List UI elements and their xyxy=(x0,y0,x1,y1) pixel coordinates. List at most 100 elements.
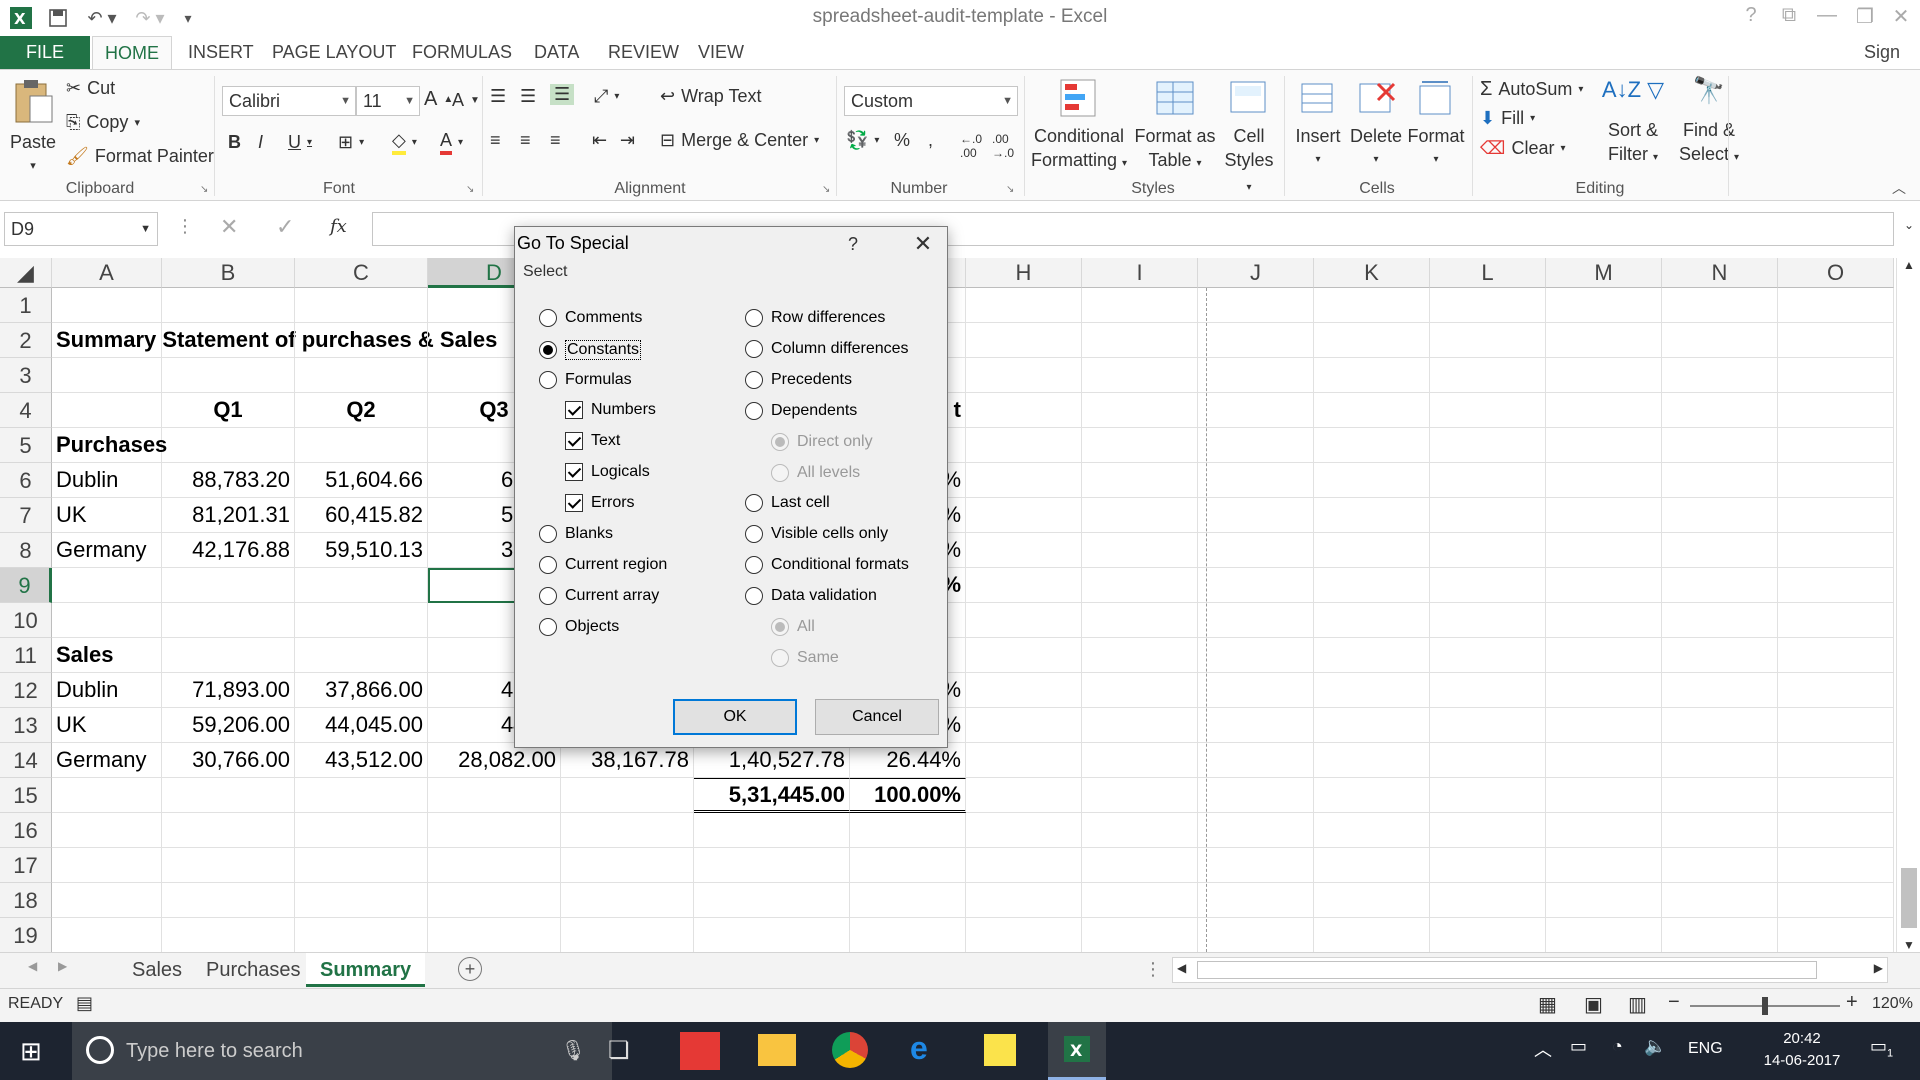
middle-align-icon[interactable]: ☰ xyxy=(520,86,536,107)
cell[interactable] xyxy=(1198,358,1314,393)
cell[interactable] xyxy=(1082,323,1198,358)
cell[interactable]: Summary Statement of purchases & Sales xyxy=(52,323,497,358)
sheet-tab-summary[interactable]: Summary xyxy=(306,953,426,987)
cell[interactable] xyxy=(428,848,561,883)
cell[interactable] xyxy=(1778,743,1894,778)
cell[interactable] xyxy=(1198,918,1314,952)
cell[interactable]: Dublin xyxy=(52,463,162,498)
cell[interactable] xyxy=(850,848,966,883)
cell[interactable] xyxy=(428,918,561,952)
cell[interactable] xyxy=(1546,568,1662,603)
cell[interactable] xyxy=(966,288,1082,323)
cell[interactable] xyxy=(1778,288,1894,323)
align-center-icon[interactable]: ≡ xyxy=(520,130,531,151)
column-header[interactable]: K xyxy=(1314,258,1430,288)
cell[interactable] xyxy=(1662,498,1778,533)
radio-button[interactable] xyxy=(745,587,763,605)
cell[interactable] xyxy=(1082,533,1198,568)
row-header[interactable]: 16 xyxy=(0,813,52,848)
cell[interactable]: 88,783.20 xyxy=(162,463,295,498)
cell[interactable] xyxy=(966,918,1082,952)
language-indicator[interactable]: ENG xyxy=(1688,1040,1723,1058)
italic-icon[interactable]: I xyxy=(258,132,263,153)
sticky-notes-icon[interactable] xyxy=(984,1034,1016,1066)
task-view-icon[interactable]: ❏ xyxy=(608,1036,630,1065)
cell[interactable] xyxy=(1314,673,1430,708)
next-sheet-icon[interactable]: ▶ xyxy=(58,959,67,973)
cell[interactable] xyxy=(1546,603,1662,638)
cell[interactable] xyxy=(1662,918,1778,952)
cell[interactable] xyxy=(1662,288,1778,323)
radio-button[interactable] xyxy=(745,371,763,389)
tab-insert[interactable]: INSERT xyxy=(176,36,266,70)
new-sheet-icon[interactable]: + xyxy=(458,957,482,981)
font-launcher-icon[interactable]: ↘ xyxy=(466,184,474,195)
cell[interactable] xyxy=(1778,708,1894,743)
insert-function-icon[interactable]: fx xyxy=(330,216,347,237)
cell[interactable] xyxy=(966,638,1082,673)
radio-current-region[interactable]: Current region xyxy=(539,556,667,574)
cell[interactable]: 5,31,445.00 xyxy=(694,778,850,813)
zoom-slider[interactable] xyxy=(1690,997,1840,1015)
radio-last-cell[interactable]: Last cell xyxy=(745,494,830,512)
help-icon[interactable]: ? xyxy=(1736,4,1766,32)
cell[interactable] xyxy=(1546,428,1662,463)
row-header[interactable]: 18 xyxy=(0,883,52,918)
checkbox-box[interactable] xyxy=(565,401,583,419)
excel-taskbar-icon[interactable]: X xyxy=(1048,1022,1106,1080)
tab-view[interactable]: VIEW xyxy=(686,36,756,70)
cell[interactable] xyxy=(1082,428,1198,463)
row-header[interactable]: 7 xyxy=(0,498,52,533)
column-header[interactable]: M xyxy=(1546,258,1662,288)
column-header[interactable]: N xyxy=(1662,258,1778,288)
tab-split-handle[interactable]: ⋮ xyxy=(1144,959,1162,980)
horizontal-scroll-thumb[interactable] xyxy=(1197,961,1817,979)
borders-icon[interactable]: ⊞ ▾ xyxy=(338,132,364,153)
increase-decimal-icon[interactable]: ←.0.00 xyxy=(960,132,982,160)
cell[interactable] xyxy=(966,533,1082,568)
cell[interactable]: Dublin xyxy=(52,673,162,708)
cell[interactable]: 59,510.13 xyxy=(295,533,428,568)
cell[interactable] xyxy=(52,848,162,883)
tab-formulas[interactable]: FORMULAS xyxy=(400,36,524,70)
format-as-table-button[interactable]: Format as Table ▾ xyxy=(1132,78,1218,176)
cell[interactable] xyxy=(1546,323,1662,358)
cell[interactable] xyxy=(1430,848,1546,883)
cell[interactable] xyxy=(1314,743,1430,778)
tab-home[interactable]: HOME xyxy=(92,36,172,70)
tab-file[interactable]: FILE xyxy=(0,36,90,70)
cell[interactable] xyxy=(1314,498,1430,533)
cell[interactable] xyxy=(1546,708,1662,743)
cell[interactable] xyxy=(1314,323,1430,358)
alignment-launcher-icon[interactable]: ↘ xyxy=(822,184,830,195)
top-align-icon[interactable]: ☰ xyxy=(490,86,506,107)
cell[interactable] xyxy=(1778,813,1894,848)
cell[interactable] xyxy=(162,603,295,638)
page-layout-view-icon[interactable]: ▣ xyxy=(1584,992,1603,1017)
radio-current-array[interactable]: Current array xyxy=(539,587,659,605)
cell[interactable] xyxy=(561,883,694,918)
font-name-select[interactable]: Calibri ▼ xyxy=(222,86,356,116)
cell[interactable] xyxy=(1082,463,1198,498)
radio-visible-cells-only[interactable]: Visible cells only xyxy=(745,525,888,543)
cell[interactable] xyxy=(1198,743,1314,778)
cell[interactable] xyxy=(850,813,966,848)
cell[interactable] xyxy=(295,778,428,813)
zoom-level[interactable]: 120% xyxy=(1872,995,1913,1013)
taskbar-search-box[interactable]: Type here to search 🎙 xyxy=(72,1022,612,1080)
align-right-icon[interactable]: ≡ xyxy=(550,130,561,151)
cell[interactable] xyxy=(1082,638,1198,673)
cell[interactable] xyxy=(295,813,428,848)
cell[interactable] xyxy=(1546,673,1662,708)
expand-formula-icon[interactable]: ⌄ xyxy=(1904,218,1914,232)
cell[interactable] xyxy=(1198,813,1314,848)
cell[interactable] xyxy=(1778,463,1894,498)
cell[interactable] xyxy=(1082,813,1198,848)
cell[interactable] xyxy=(694,848,850,883)
cell[interactable] xyxy=(694,813,850,848)
scroll-left-icon[interactable]: ◀ xyxy=(1177,961,1186,975)
font-size-select[interactable]: 11 ▼ xyxy=(356,86,420,116)
cell[interactable]: 42,176.88 xyxy=(162,533,295,568)
checkbox-box[interactable] xyxy=(565,432,583,450)
row-header[interactable]: 3 xyxy=(0,358,52,393)
